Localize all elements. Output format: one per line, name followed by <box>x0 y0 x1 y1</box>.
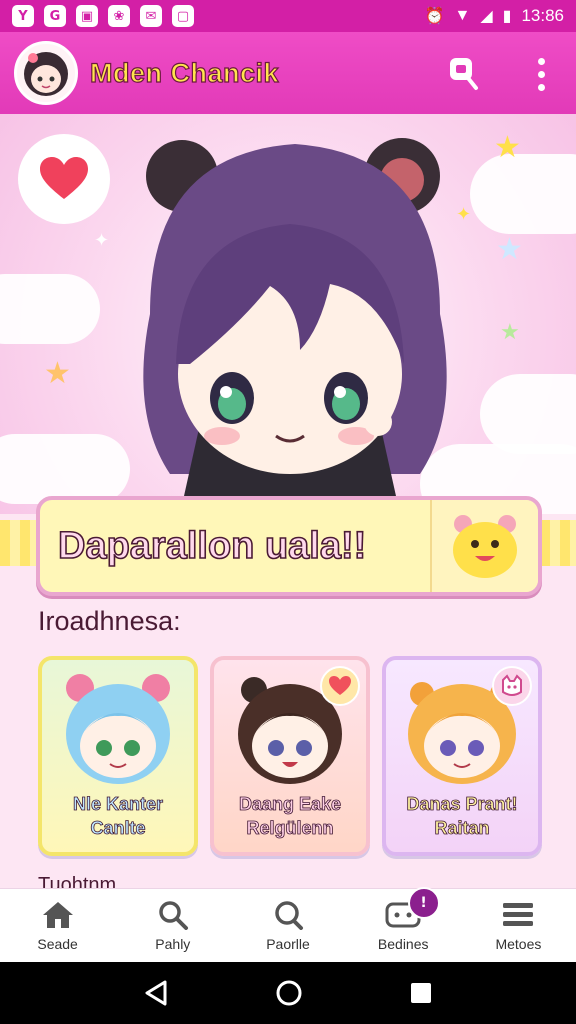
cat-face-icon <box>502 674 522 696</box>
search-icon <box>159 900 188 930</box>
app-bar: Mden Chancik <box>0 32 576 114</box>
nav-label: Bedines <box>377 935 429 952</box>
nav-item-menu[interactable]: Metoes <box>461 889 576 962</box>
nav-item-home[interactable]: Seade <box>0 889 115 962</box>
bottom-navigation: Seade Pahly Paorlle ! Bedines Metoes <box>0 887 576 962</box>
hero-illustration: ★ ★ ★ ★ ✦ ✦ <box>0 114 576 514</box>
notification-badge: ! <box>407 887 440 919</box>
nav-label: Seade <box>37 935 78 952</box>
signal-icon: ◢ <box>480 8 493 25</box>
nav-item-chat[interactable]: ! Bedines <box>346 887 461 962</box>
more-options-button[interactable] <box>524 48 558 100</box>
home-icon <box>42 901 73 928</box>
more-dot-icon <box>537 70 545 78</box>
chibi-girl-icon <box>143 138 447 514</box>
more-dot-icon <box>537 83 545 91</box>
bear-mascot-icon <box>453 515 517 578</box>
notification-icon-1: Y <box>12 5 34 27</box>
app-title: Mden Chancik <box>89 57 280 88</box>
card-caption: Danas Prant! Raitan <box>386 792 538 840</box>
battery-icon: ▮ <box>502 8 512 25</box>
nav-label: Pahly <box>155 935 191 952</box>
card-name: Danas Prant! <box>406 794 518 815</box>
card-subtitle: Canlte <box>90 818 146 839</box>
promo-banner[interactable]: Daparallon uala!! <box>36 496 542 596</box>
notification-icon-4: ❀ <box>108 5 130 27</box>
next-section-title: Tuohtnm <box>38 874 117 888</box>
recents-icon[interactable] <box>409 981 433 1005</box>
nav-label: Paorlle <box>266 935 310 952</box>
card-caption: Nle Kanter Canlte <box>42 792 194 840</box>
banner-text: Daparallon uala!! <box>57 524 367 568</box>
notification-icon-5: ✉ <box>140 5 162 27</box>
alarm-icon: ⏰ <box>424 8 445 25</box>
character-card[interactable]: Danas Prant! Raitan <box>382 656 542 856</box>
nav-item-search[interactable]: Pahly <box>115 889 230 962</box>
character-card[interactable]: Daang Eake Relgülenn <box>210 656 370 856</box>
search-icon <box>450 58 478 90</box>
card-subtitle: Relgülenn <box>246 818 334 839</box>
character-card-list: Nle Kanter Canlte Daang Eake Relgülenn D… <box>38 656 546 856</box>
clock: 13:86 <box>521 6 564 25</box>
card-caption: Daang Eake Relgülenn <box>214 792 366 840</box>
nav-label: Metoes <box>495 935 542 952</box>
system-navigation-bar <box>0 962 576 1024</box>
favorite-badge[interactable] <box>320 666 360 706</box>
notification-icon-2: G <box>44 5 66 27</box>
heart-icon <box>329 676 351 695</box>
card-name: Nle Kanter <box>72 794 164 815</box>
card-subtitle: Raitan <box>434 818 490 839</box>
menu-list-icon <box>503 902 534 926</box>
avatar[interactable] <box>14 41 78 105</box>
card-name: Daang Eake <box>238 794 342 815</box>
wifi-icon: ▼ <box>454 7 471 24</box>
blue-hair-girl-icon <box>66 674 170 784</box>
home-circle-icon[interactable] <box>275 979 303 1007</box>
notification-icon-6: ▢ <box>172 5 194 27</box>
section-title: Iroadhnesa: <box>38 606 181 636</box>
character-card[interactable]: Nle Kanter Canlte <box>38 656 198 856</box>
back-icon[interactable] <box>143 979 169 1007</box>
search-button[interactable] <box>442 52 484 94</box>
avatar-girl-icon <box>24 52 68 96</box>
profile-search-icon <box>275 900 303 930</box>
notification-icon-3: ▣ <box>76 5 98 27</box>
nav-item-profile[interactable]: Paorlle <box>230 889 345 962</box>
more-dot-icon <box>537 57 545 65</box>
banner-mascot <box>430 500 538 592</box>
cat-badge[interactable] <box>492 666 532 706</box>
status-bar: Y G ▣ ❀ ✉ ▢ ⏰ ▼ ◢ ▮ 13:86 <box>0 0 576 32</box>
